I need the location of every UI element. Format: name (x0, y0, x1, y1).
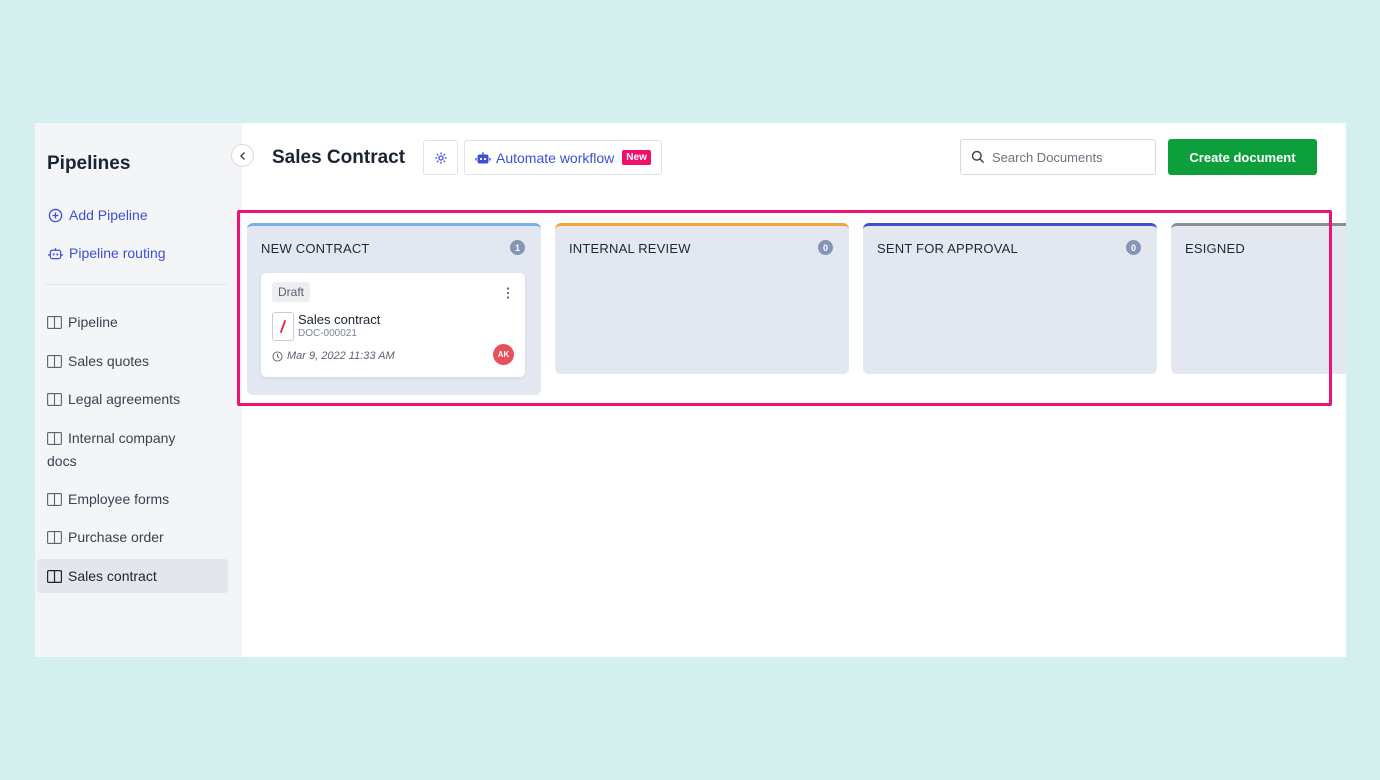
columns-icon (47, 316, 62, 329)
sidebar-item-label: Purchase order (68, 529, 164, 545)
more-options-icon[interactable] (503, 286, 513, 300)
gear-icon (434, 151, 447, 164)
column-count-badge: 0 (1126, 240, 1141, 255)
sidebar-item-pipeline[interactable]: Pipeline (37, 311, 228, 334)
document-date: Mar 9, 2022 11:33 AM (272, 350, 395, 362)
sidebar-item-internal-company-docs[interactable]: Internal company docs (37, 427, 207, 473)
sidebar-item-label: Sales contract (68, 568, 157, 584)
document-icon (272, 312, 294, 341)
column-new-contract: NEW CONTRACT 1 Draft Sales contract DOC-… (247, 223, 541, 395)
sidebar-title: Pipelines (47, 153, 131, 174)
column-title: NEW CONTRACT (261, 241, 370, 256)
column-title: INTERNAL REVIEW (569, 241, 691, 256)
document-slash-icon (280, 320, 286, 333)
columns-icon (47, 432, 62, 445)
automate-workflow-label: Automate workflow (496, 149, 615, 166)
columns-icon (47, 355, 62, 368)
clock-icon (272, 350, 283, 362)
app-window: Pipelines Add Pipeline Pipeline routing … (35, 123, 1346, 657)
page-title: Sales Contract (272, 147, 406, 168)
columns-icon (47, 570, 62, 583)
create-document-button[interactable]: Create document (1168, 139, 1317, 175)
robot-icon (48, 247, 63, 259)
column-esigned: ESIGNED (1171, 223, 1346, 374)
document-title: Sales contract (298, 312, 381, 327)
sidebar-item-label: Pipeline (68, 314, 118, 330)
chevron-left-icon (239, 151, 245, 160)
column-title: ESIGNED (1185, 241, 1245, 256)
search-icon (971, 150, 985, 164)
add-pipeline-button[interactable]: Add Pipeline (48, 207, 148, 223)
sidebar-item-label: Internal company docs (47, 430, 176, 469)
column-count-badge: 0 (818, 240, 833, 255)
column-count-badge: 1 (510, 240, 525, 255)
sidebar-item-sales-contract[interactable]: Sales contract (37, 559, 228, 593)
sidebar-item-sales-quotes[interactable]: Sales quotes (37, 350, 228, 373)
columns-icon (47, 493, 62, 506)
automate-workflow-button[interactable]: Automate workflow New (464, 140, 662, 175)
pipeline-routing-button[interactable]: Pipeline routing (48, 245, 166, 261)
sidebar-item-label: Sales quotes (68, 353, 149, 369)
collapse-sidebar-button[interactable] (231, 144, 254, 167)
sidebar-item-label: Employee forms (68, 491, 170, 507)
columns-icon (47, 393, 62, 406)
status-tag: Draft (272, 282, 311, 302)
search-documents-box[interactable] (960, 139, 1156, 175)
document-card[interactable]: Draft Sales contract DOC-000021 Mar 9, 2… (261, 273, 525, 377)
document-id: DOC-000021 (298, 328, 357, 339)
sidebar-item-legal-agreements[interactable]: Legal agreements (37, 388, 228, 411)
sidebar-item-purchase-order[interactable]: Purchase order (37, 526, 228, 549)
column-sent-for-approval: SENT FOR APPROVAL 0 (863, 223, 1157, 374)
robot-icon (475, 151, 491, 163)
sidebar-item-label: Legal agreements (68, 391, 181, 407)
new-badge: New (622, 150, 651, 165)
columns-icon (47, 531, 62, 544)
sidebar-divider (45, 284, 227, 285)
sidebar: Pipelines Add Pipeline Pipeline routing … (35, 123, 242, 657)
pipeline-routing-label: Pipeline routing (69, 245, 166, 261)
pipeline-settings-button[interactable] (423, 140, 458, 175)
document-date-text: Mar 9, 2022 11:33 AM (287, 350, 395, 362)
column-internal-review: INTERNAL REVIEW 0 (555, 223, 849, 374)
column-title: SENT FOR APPROVAL (877, 241, 1018, 256)
sidebar-item-employee-forms[interactable]: Employee forms (37, 488, 228, 511)
add-pipeline-label: Add Pipeline (69, 207, 148, 223)
avatar[interactable]: AK (493, 344, 514, 365)
search-input[interactable] (992, 149, 1142, 165)
plus-circle-icon (48, 208, 63, 222)
